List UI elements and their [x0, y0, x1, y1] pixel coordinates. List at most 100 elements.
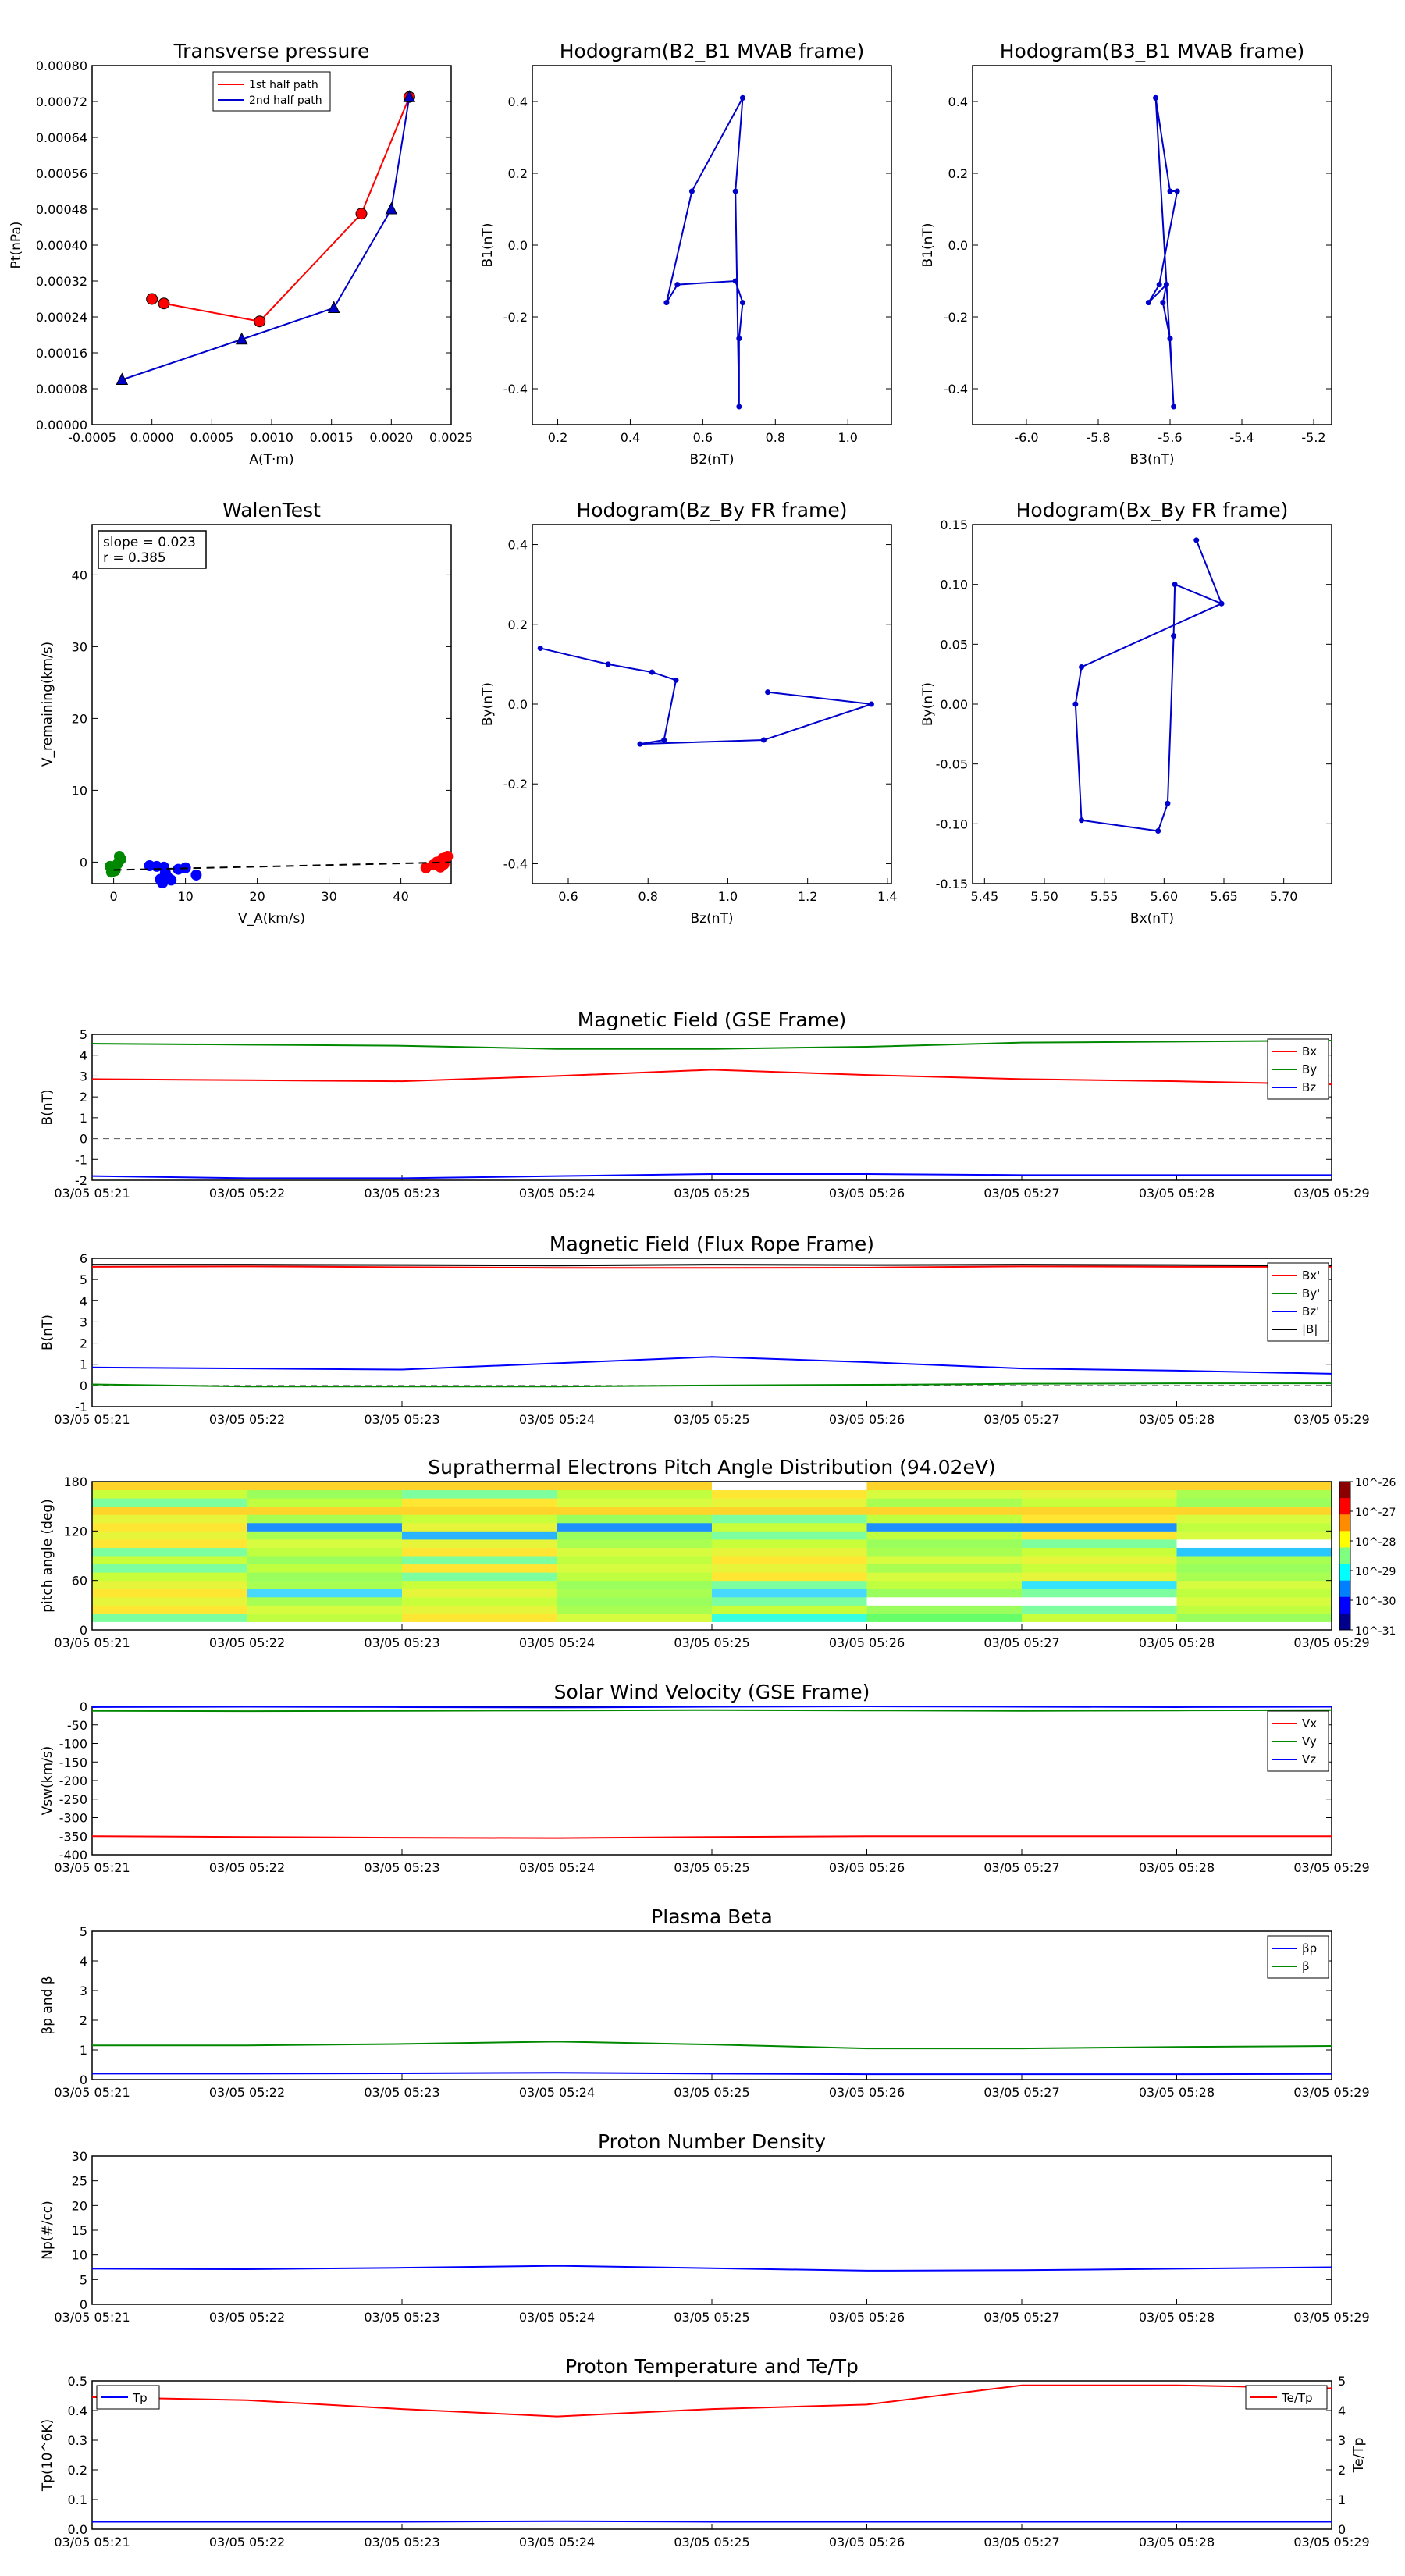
y-tick-label: 0.00008	[36, 382, 87, 397]
y-tick-label: 5	[80, 1924, 87, 1939]
series-line-2nd half path	[122, 97, 411, 381]
heatmap-cell	[247, 1522, 403, 1532]
heatmap-cell	[402, 1572, 557, 1582]
x-tick-label: 03/05 05:21	[54, 2085, 130, 2100]
legend-label: Vz	[1302, 1752, 1316, 1767]
plot-frame	[91, 1706, 1332, 1856]
data-point	[190, 869, 202, 881]
y-tick-label: 0.00072	[36, 94, 87, 109]
data-point	[688, 188, 695, 194]
heatmap-cell	[712, 1589, 867, 1598]
heatmap-cell	[402, 1589, 557, 1598]
data-point	[146, 293, 158, 305]
y-tick-label: 20	[72, 711, 87, 726]
heatmap-cell	[712, 1506, 867, 1515]
data-point	[649, 669, 655, 675]
series-line-0	[91, 2265, 1332, 2272]
chart-title: Solar Wind Velocity (GSE Frame)	[554, 1681, 870, 1703]
data-point	[765, 689, 771, 696]
data-point	[663, 300, 670, 306]
heatmap-cell	[92, 1547, 247, 1557]
y-tick-label: 0.2	[508, 166, 528, 181]
y-tick-label: 0	[80, 1132, 87, 1147]
heatmap-cell	[866, 1514, 1023, 1524]
heatmap-cell	[557, 1498, 713, 1507]
x-tick-label: 03/05 05:22	[209, 2535, 285, 2549]
data-point	[637, 741, 643, 747]
x-tick-label: 03/05 05:24	[519, 1635, 595, 1650]
colorbar-segment	[1339, 1482, 1350, 1499]
x-tick-label: 03/05 05:25	[674, 1635, 749, 1650]
series-line-0	[539, 647, 872, 745]
heatmap-cell	[1022, 1522, 1177, 1532]
panel-pad: 10^-2610^-2710^-2810^-2910^-3010^-31Supr…	[40, 1456, 1396, 1650]
heatmap-cell	[1176, 1580, 1332, 1589]
panel-mag_gse: Magnetic Field (GSE Frame)-2-101234503/0…	[40, 1009, 1370, 1201]
heatmap-cell	[557, 1596, 713, 1606]
x-tick-label: 5.65	[1210, 889, 1238, 904]
heatmap-cell	[712, 1621, 867, 1631]
data-point	[108, 863, 119, 874]
y-tick-label: 120	[63, 1524, 87, 1539]
data-point	[1167, 336, 1173, 342]
y-tick-label: 0.5	[68, 2374, 87, 2389]
chart-title: WalenTest	[222, 499, 321, 521]
series-line-Vy	[91, 1709, 1332, 1713]
y-tick-label: 0.4	[68, 2403, 87, 2418]
data-point	[673, 677, 679, 683]
heatmap-cell	[557, 1514, 713, 1524]
x-tick-label: 03/05 05:29	[1293, 1412, 1369, 1427]
y-tick-label: 0.00024	[36, 310, 87, 325]
series-line-Vx	[91, 1835, 1332, 1839]
heatmap-cell	[1022, 1498, 1177, 1507]
heatmap-cell	[247, 1596, 403, 1606]
heatmap-cell	[247, 1531, 403, 1540]
x-tick-label: 03/05 05:25	[674, 2535, 749, 2549]
y-tick-label: 0.4	[508, 538, 528, 553]
heatmap-cell	[712, 1572, 867, 1582]
x-tick-label: -5.8	[1086, 430, 1110, 445]
x-tick-label: 03/05 05:24	[519, 2085, 595, 2100]
x-tick-label: 03/05 05:26	[829, 1412, 905, 1427]
x-tick-label: -5.6	[1158, 430, 1182, 445]
heatmap-cell	[247, 1482, 403, 1491]
y-tick-label: 0	[80, 855, 87, 870]
data-point	[868, 701, 874, 707]
x-tick-label: 03/05 05:28	[1139, 1412, 1215, 1427]
x-tick-label: 03/05 05:22	[209, 2085, 285, 2100]
heatmap-cell	[557, 1589, 713, 1598]
heatmap-cell	[866, 1564, 1023, 1573]
chart-title: Hodogram(Bx_By FR frame)	[1016, 499, 1289, 521]
series-line-Bx	[91, 1069, 1332, 1086]
series-line-Te/Tp	[91, 2384, 1332, 2418]
x-tick-label: 03/05 05:21	[54, 2535, 130, 2549]
y-tick-label: 0	[80, 1699, 87, 1714]
heatmap-cell	[712, 1539, 867, 1548]
heatmap-cell	[866, 1489, 1023, 1499]
x-tick-label: 03/05 05:26	[829, 2535, 905, 2549]
x-tick-label: 03/05 05:24	[519, 1186, 595, 1201]
y-tick-label: 5	[80, 2272, 87, 2287]
y-axis-label: B(nT)	[40, 1315, 55, 1350]
heatmap-cell	[1022, 1539, 1177, 1548]
x-tick-label: 03/05 05:24	[519, 2310, 595, 2325]
y-tick-label: -50	[67, 1718, 87, 1733]
y-tick-label: 0.00048	[36, 202, 87, 217]
heatmap-cell	[247, 1547, 403, 1557]
legend-label: Tp	[132, 2391, 148, 2405]
heatmap-cell	[557, 1556, 713, 1565]
x-tick-label: 1.0	[838, 430, 858, 445]
x-tick-label: 03/05 05:26	[829, 2085, 905, 2100]
y-tick-label: 10	[72, 783, 87, 798]
x-tick-label: 03/05 05:25	[674, 1860, 749, 1875]
heatmap-cell	[402, 1498, 557, 1507]
y-axis-label: B(nT)	[40, 1089, 55, 1125]
y-tick-label: -0.15	[936, 877, 968, 891]
heatmap-cell	[866, 1506, 1023, 1515]
series-line-Bz'	[91, 1356, 1332, 1375]
y-tick-label: 5	[80, 1027, 87, 1042]
plot-frame	[91, 1930, 1332, 2080]
legend-label: β	[1302, 1959, 1310, 1973]
legend-label: |B|	[1302, 1322, 1318, 1336]
heatmap-cell	[92, 1522, 247, 1532]
